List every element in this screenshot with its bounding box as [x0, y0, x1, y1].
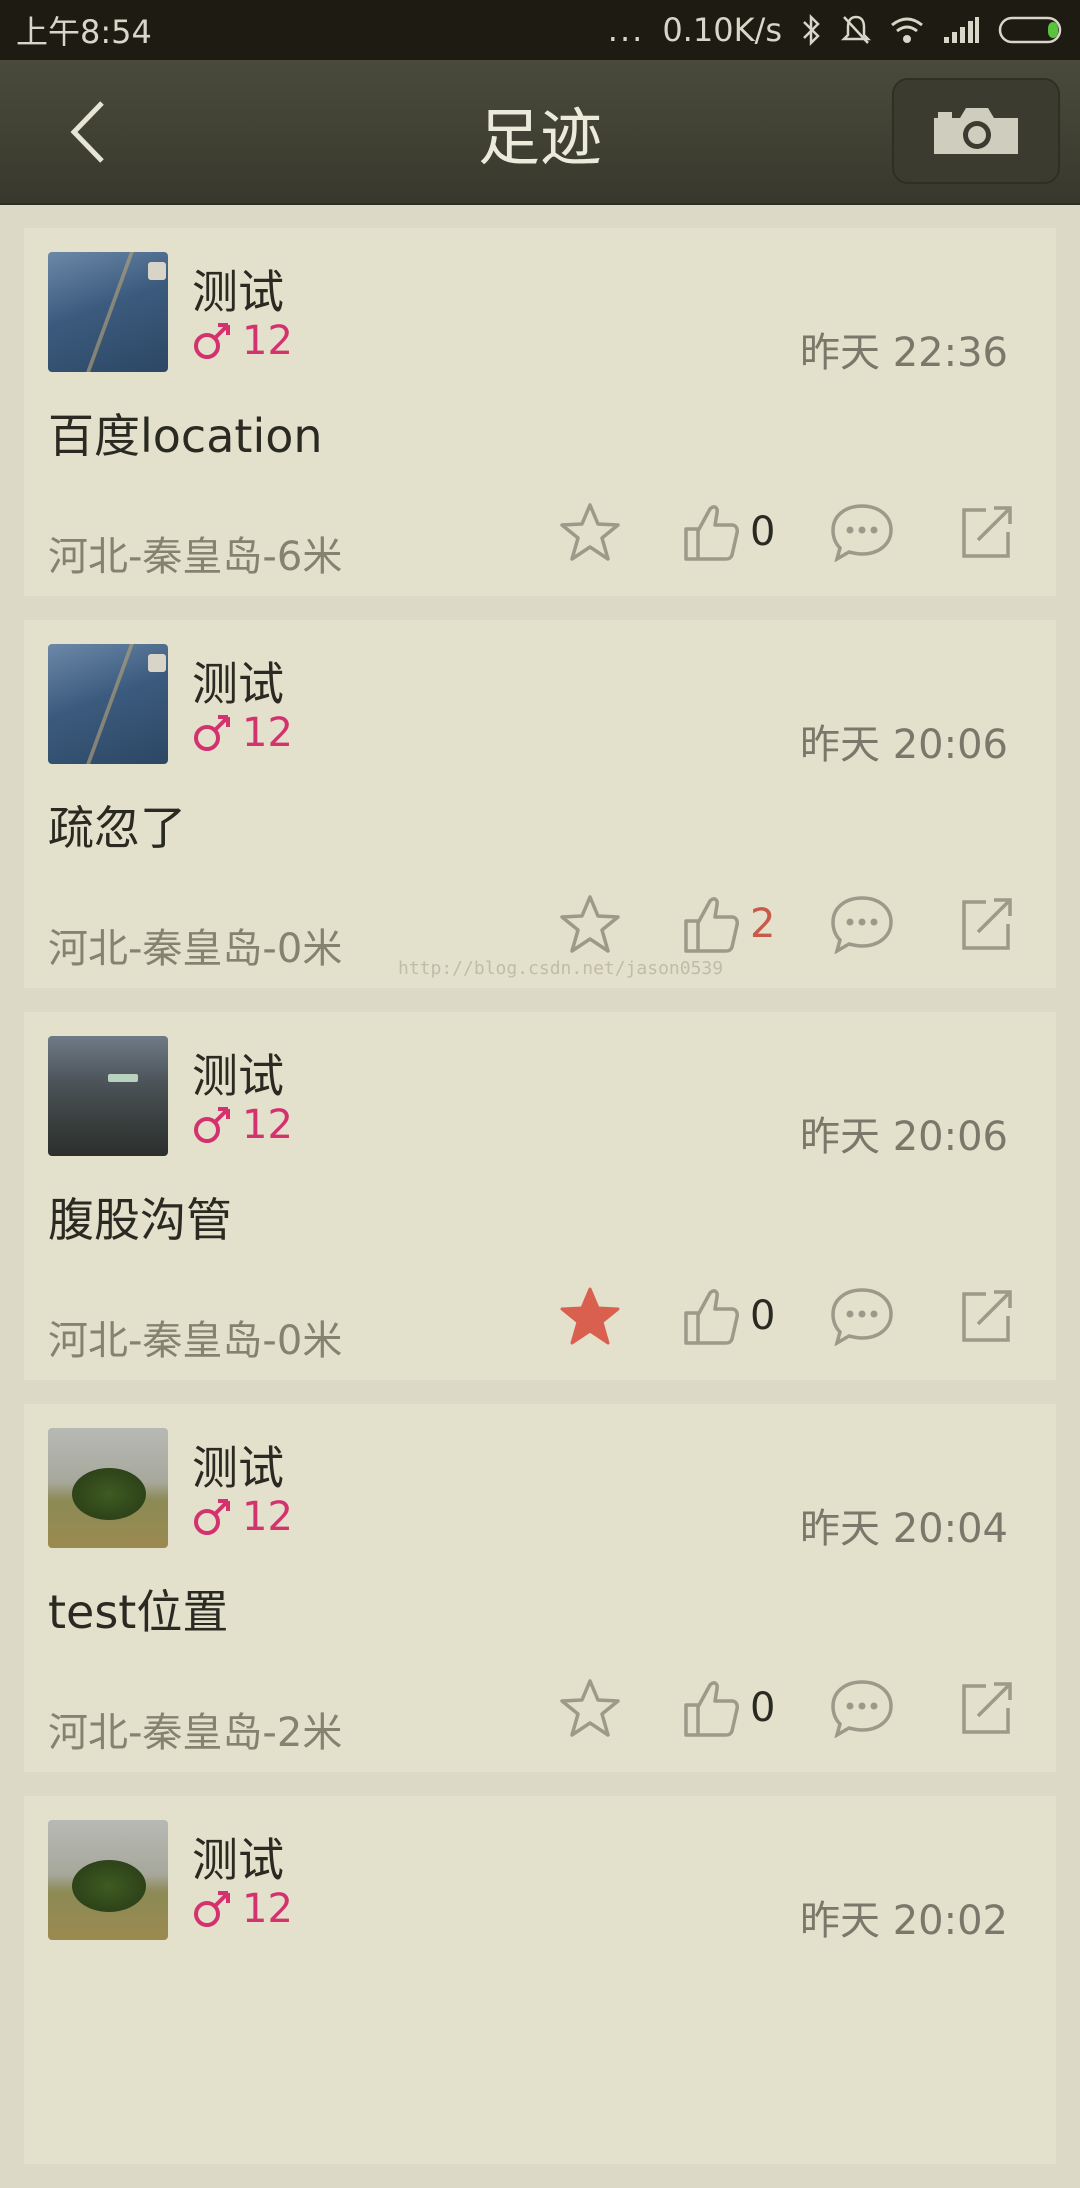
male-icon — [194, 715, 230, 751]
post-card[interactable]: 测试 12 昨天 20:02 — [24, 1796, 1056, 2164]
avatar[interactable] — [48, 1428, 168, 1548]
like-button[interactable]: 2 — [682, 890, 775, 958]
like-count: 0 — [750, 1293, 776, 1339]
post-time: 昨天 20:06 — [800, 722, 1008, 768]
post-username: 测试 — [192, 265, 284, 319]
comment-bubble-icon — [831, 1680, 893, 1738]
post-age: 12 — [242, 710, 293, 756]
male-icon — [194, 1891, 230, 1927]
post-content: test位置 — [48, 1585, 229, 1639]
status-time: 上午8:54 — [16, 13, 152, 51]
post-time: 昨天 20:02 — [800, 1898, 1008, 1944]
post-age: 12 — [242, 1494, 293, 1540]
avatar[interactable] — [48, 1820, 168, 1940]
post-age: 12 — [242, 1886, 293, 1932]
camera-button[interactable] — [892, 78, 1060, 184]
status-bar: 上午8:54 ... 0.10K/s — [0, 0, 1080, 60]
post-age: 12 — [242, 1102, 293, 1148]
like-count: 2 — [750, 901, 776, 947]
share-button[interactable] — [952, 890, 1020, 958]
male-icon — [194, 1499, 230, 1535]
comment-button[interactable] — [828, 498, 896, 566]
star-outline-icon — [560, 895, 620, 953]
post-location: 河北-秦皇岛-2米 — [48, 1710, 343, 1756]
share-external-icon — [962, 506, 1012, 558]
share-button[interactable] — [952, 498, 1020, 566]
share-external-icon — [962, 1682, 1012, 1734]
status-icons: ... 0.10K/s — [608, 11, 1064, 49]
thumbs-up-icon — [684, 1289, 739, 1345]
back-arrow-icon — [70, 101, 104, 163]
like-button[interactable]: 0 — [682, 1674, 775, 1742]
signal-icon — [944, 17, 979, 43]
camera-icon — [934, 108, 1018, 154]
thumbs-up-icon — [684, 897, 739, 953]
back-button[interactable] — [48, 92, 128, 172]
favorite-button[interactable] — [556, 890, 624, 958]
post-location: 河北-秦皇岛-0米 — [48, 1318, 343, 1364]
like-count: 0 — [750, 509, 776, 555]
gender-age: 12 — [192, 710, 293, 756]
thumbs-up-icon — [684, 1681, 739, 1737]
share-external-icon — [962, 1290, 1012, 1342]
post-username: 测试 — [192, 1833, 284, 1887]
favorite-button[interactable] — [556, 1674, 624, 1742]
favorite-button[interactable] — [556, 1282, 624, 1350]
like-count: 0 — [750, 1685, 776, 1731]
footprint-feed: 测试 12 昨天 22:36 百度location 河北-秦皇岛-6米 0 测试… — [24, 228, 1056, 2188]
post-time: 昨天 22:36 — [800, 330, 1008, 376]
like-button[interactable]: 0 — [682, 498, 775, 566]
avatar[interactable] — [48, 252, 168, 372]
post-card[interactable]: 测试 12 昨天 22:36 百度location 河北-秦皇岛-6米 0 — [24, 228, 1056, 596]
male-icon — [194, 323, 230, 359]
post-location: 河北-秦皇岛-0米 — [48, 926, 343, 972]
post-card[interactable]: 测试 12 昨天 20:06 疏忽了 河北-秦皇岛-0米 2 — [24, 620, 1056, 988]
comment-button[interactable] — [828, 1282, 896, 1350]
post-age: 12 — [242, 318, 293, 364]
share-button[interactable] — [952, 1282, 1020, 1350]
avatar[interactable] — [48, 1036, 168, 1156]
gender-age: 12 — [192, 318, 293, 364]
star-outline-icon — [560, 503, 620, 561]
watermark: http://blog.csdn.net/jason0539 — [398, 958, 724, 979]
app-bar: 足迹 — [0, 60, 1080, 205]
post-time: 昨天 20:06 — [800, 1114, 1008, 1160]
post-username: 测试 — [192, 1441, 284, 1495]
post-content: 疏忽了 — [48, 801, 186, 855]
favorite-button[interactable] — [556, 498, 624, 566]
mute-icon — [840, 15, 872, 44]
battery-icon — [998, 16, 1062, 44]
post-username: 测试 — [192, 1049, 284, 1103]
bluetooth-icon — [803, 13, 820, 47]
post-content: 腹股沟管 — [48, 1193, 232, 1247]
post-time: 昨天 20:04 — [800, 1506, 1008, 1552]
wifi-icon — [891, 17, 923, 43]
share-external-icon — [962, 898, 1012, 950]
gender-age: 12 — [192, 1886, 293, 1932]
thumbs-up-icon — [684, 505, 739, 561]
comment-bubble-icon — [831, 504, 893, 562]
star-filled-icon — [560, 1287, 620, 1345]
post-username: 测试 — [192, 657, 284, 711]
avatar[interactable] — [48, 644, 168, 764]
comment-button[interactable] — [828, 890, 896, 958]
star-outline-icon — [560, 1679, 620, 1737]
status-dots: ... — [607, 11, 645, 49]
post-content: 百度location — [48, 409, 323, 463]
share-button[interactable] — [952, 1674, 1020, 1742]
comment-bubble-icon — [831, 896, 893, 954]
gender-age: 12 — [192, 1494, 293, 1540]
gender-age: 12 — [192, 1102, 293, 1148]
like-button[interactable]: 0 — [682, 1282, 775, 1350]
post-location: 河北-秦皇岛-6米 — [48, 534, 343, 580]
comment-button[interactable] — [828, 1674, 896, 1742]
network-speed: 0.10K/s — [662, 11, 782, 49]
post-card[interactable]: 测试 12 昨天 20:04 test位置 河北-秦皇岛-2米 0 — [24, 1404, 1056, 1772]
post-card[interactable]: 测试 12 昨天 20:06 腹股沟管 河北-秦皇岛-0米 0 — [24, 1012, 1056, 1380]
male-icon — [194, 1107, 230, 1143]
comment-bubble-icon — [831, 1288, 893, 1346]
